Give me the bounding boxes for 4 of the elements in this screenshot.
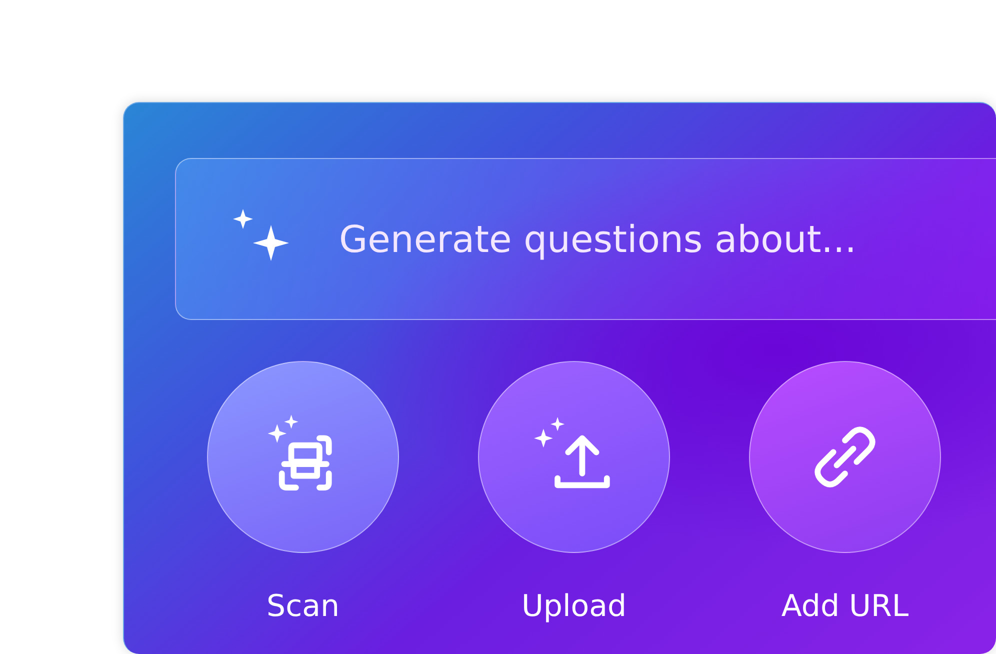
action-label: Upload (521, 589, 627, 624)
action-label: Scan (266, 589, 340, 624)
action-label: Add URL (781, 589, 909, 624)
prompt-field[interactable]: Generate questions about... (175, 158, 996, 320)
